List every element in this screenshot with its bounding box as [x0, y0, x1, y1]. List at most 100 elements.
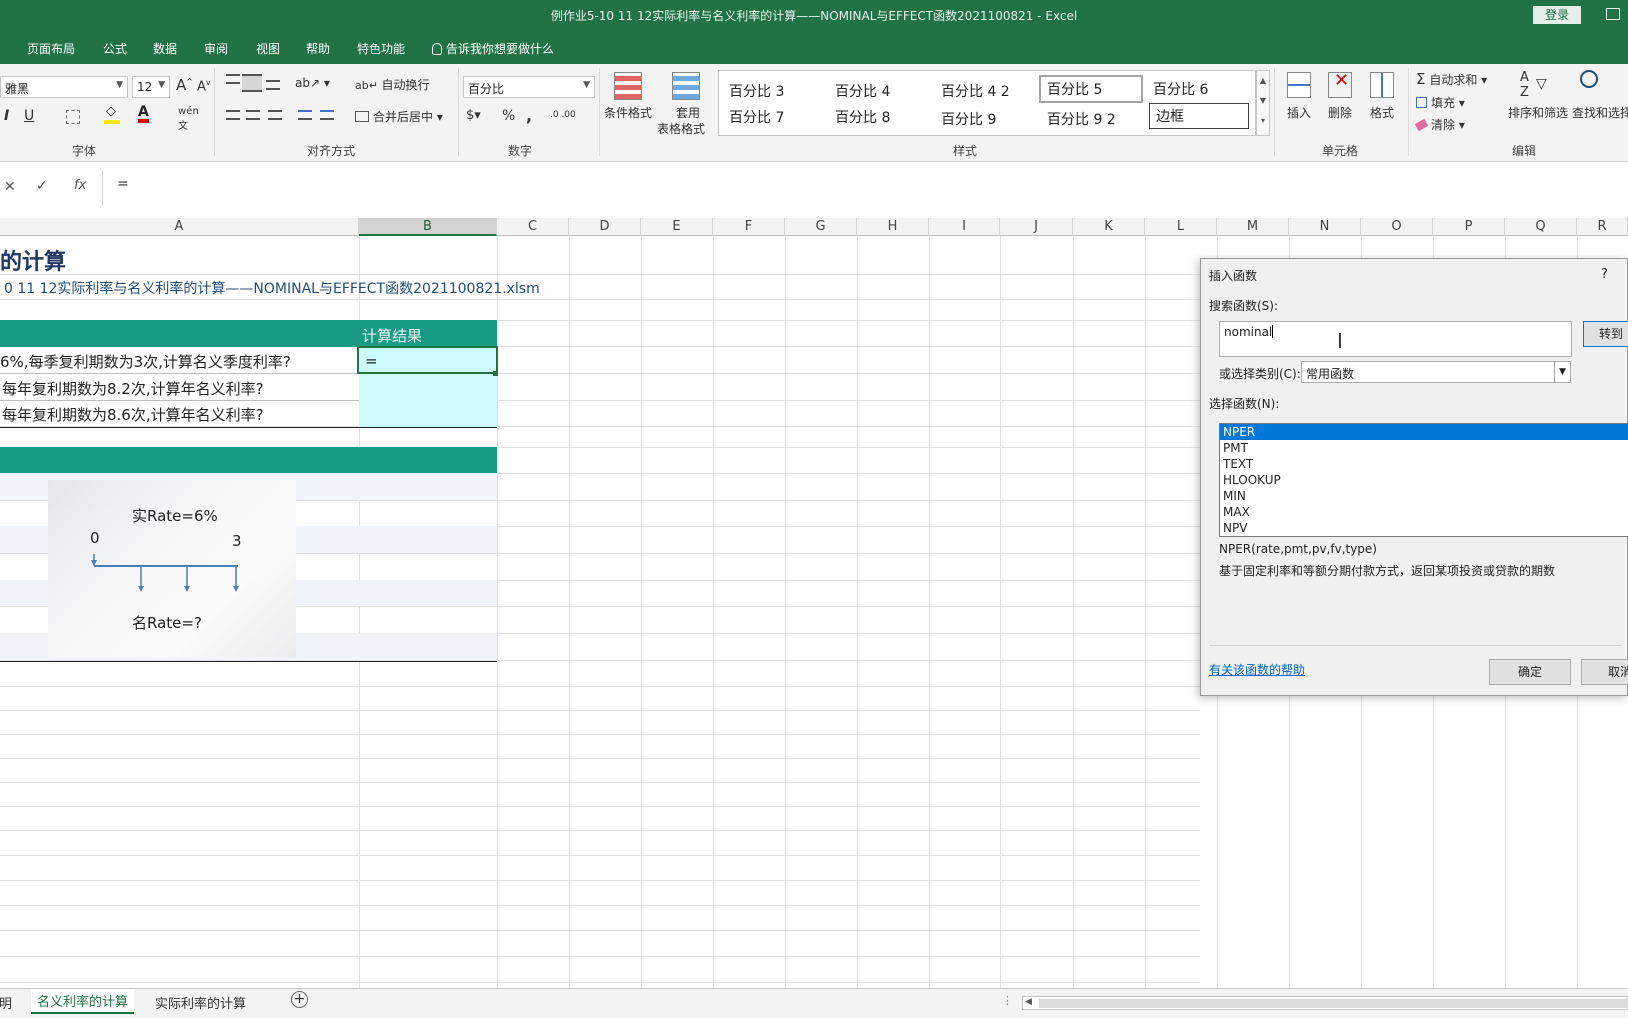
style-percent-4[interactable]: 百分比 4	[829, 79, 896, 103]
col-header-c[interactable]: C	[497, 218, 569, 236]
tab-help[interactable]: 帮助	[306, 40, 330, 57]
function-item-text[interactable]: TEXT	[1220, 456, 1628, 472]
merge-center-button[interactable]: 合并后居中 ▾	[355, 108, 443, 125]
italic-button[interactable]: I	[4, 108, 9, 124]
align-right-icon[interactable]	[268, 110, 282, 120]
col-header-a[interactable]: A	[0, 218, 359, 236]
sheet-tab-effective-rate[interactable]: 实际利率的计算	[155, 993, 246, 1012]
table-format-line1[interactable]: 套用	[676, 104, 700, 121]
col-header-i[interactable]: I	[929, 218, 1000, 236]
col-header-o[interactable]: O	[1361, 218, 1433, 236]
col-header-r[interactable]: R	[1577, 218, 1628, 236]
autosum-button[interactable]: Σ 自动求和 ▾	[1416, 70, 1487, 88]
phonetic-icon[interactable]: wén 文	[178, 106, 199, 132]
col-header-j[interactable]: J	[1000, 218, 1073, 236]
col-header-q[interactable]: Q	[1505, 218, 1577, 236]
style-percent-4-2[interactable]: 百分比 4 2	[935, 79, 1016, 103]
align-bottom-icon[interactable]	[266, 80, 280, 90]
find-select-button[interactable]: 查找和选择	[1572, 104, 1628, 121]
font-name-combo[interactable]: 雅黑 ▼	[0, 76, 128, 98]
cancel-icon[interactable]: ✕	[4, 179, 16, 195]
orientation-icon[interactable]: ab↗ ▾	[295, 76, 330, 90]
col-header-n[interactable]: N	[1289, 218, 1361, 236]
shrink-font-icon[interactable]: Av	[197, 78, 211, 94]
underline-button[interactable]: U	[24, 108, 34, 124]
go-button[interactable]: 转到	[1583, 321, 1628, 347]
style-percent-8[interactable]: 百分比 8	[829, 105, 896, 129]
clear-button[interactable]: 清除 ▾	[1414, 116, 1465, 133]
percent-icon[interactable]: %	[502, 108, 515, 124]
tab-data[interactable]: 数据	[153, 40, 177, 57]
number-format-combo[interactable]: 百分比 ▼	[463, 76, 595, 98]
font-color-icon[interactable]: A	[138, 105, 149, 123]
style-percent-3[interactable]: 百分比 3	[723, 79, 790, 103]
category-select[interactable]: 常用函数 ▼	[1301, 361, 1571, 383]
function-item-nper[interactable]: NPER	[1220, 424, 1628, 440]
col-header-e[interactable]: E	[641, 218, 713, 236]
restore-icon[interactable]	[1606, 8, 1620, 20]
tab-formulas[interactable]: 公式	[103, 40, 127, 57]
function-search-input[interactable]: nominal	[1219, 321, 1572, 357]
help-icon[interactable]: ?	[1601, 267, 1608, 282]
ok-button[interactable]: 确定	[1489, 659, 1571, 685]
sheet-tab-instructions[interactable]: 说明	[0, 993, 12, 1012]
formula-input[interactable]: =	[102, 170, 1628, 206]
border-icon[interactable]	[66, 110, 80, 124]
col-header-m[interactable]: M	[1217, 218, 1289, 236]
function-item-pmt[interactable]: PMT	[1220, 440, 1628, 456]
function-item-npv[interactable]: NPV	[1220, 520, 1628, 536]
fill-color-icon[interactable]	[104, 120, 120, 124]
increase-decimal-icon[interactable]: .0 .00	[550, 110, 576, 120]
wrap-text-button[interactable]: ab↵ 自动换行	[355, 76, 429, 93]
sort-filter-button[interactable]: 排序和筛选	[1508, 104, 1568, 121]
active-cell-b4[interactable]: =	[357, 346, 498, 374]
tab-review[interactable]: 审阅	[204, 40, 228, 57]
fill-button[interactable]: 填充 ▾	[1416, 94, 1465, 111]
style-percent-5[interactable]: 百分比 5	[1039, 75, 1143, 103]
function-item-min[interactable]: MIN	[1220, 488, 1628, 504]
tell-me-box[interactable]: 告诉我你想要做什么	[432, 40, 554, 57]
function-help-link[interactable]: 有关该函数的帮助	[1209, 661, 1305, 678]
sheet-tab-nominal-rate[interactable]: 名义利率的计算	[31, 989, 135, 1014]
style-percent-6[interactable]: 百分比 6	[1147, 77, 1214, 101]
format-button[interactable]: 格式	[1370, 104, 1394, 121]
result-cells-b5-b6[interactable]	[359, 373, 497, 427]
insert-button[interactable]: 插入	[1287, 104, 1311, 121]
add-sheet-icon[interactable]: +	[291, 991, 308, 1008]
fill-handle[interactable]	[493, 371, 498, 376]
enter-icon[interactable]: ✓	[36, 178, 48, 194]
currency-icon[interactable]: $▾	[466, 108, 481, 123]
function-item-max[interactable]: MAX	[1220, 504, 1628, 520]
style-percent-9[interactable]: 百分比 9	[935, 107, 1002, 131]
cancel-button[interactable]: 取消	[1581, 659, 1628, 685]
align-top-icon[interactable]	[226, 74, 240, 84]
scrollbar-thumb[interactable]	[1039, 999, 1628, 1008]
style-percent-7[interactable]: 百分比 7	[723, 105, 790, 129]
col-header-g[interactable]: G	[785, 218, 857, 236]
col-header-p[interactable]: P	[1433, 218, 1505, 236]
scroll-left-icon[interactable]: ◀	[1025, 997, 1032, 1007]
gallery-scroll[interactable]: ▲ ▼ ▾	[1256, 70, 1270, 136]
align-left-icon[interactable]	[226, 110, 240, 120]
col-header-b[interactable]: B	[359, 218, 497, 236]
decrease-indent-icon[interactable]	[298, 110, 312, 120]
align-middle-icon[interactable]	[242, 74, 262, 92]
font-size-combo[interactable]: 12 ▼	[132, 76, 170, 98]
style-border[interactable]: 边框	[1149, 103, 1249, 129]
insert-function-icon[interactable]: fx	[74, 178, 86, 193]
login-button[interactable]: 登录	[1533, 6, 1581, 24]
function-list[interactable]: NPER PMT TEXT HLOOKUP MIN MAX NPV	[1219, 423, 1628, 537]
function-item-hlookup[interactable]: HLOOKUP	[1220, 472, 1628, 488]
grow-font-icon[interactable]: A^	[176, 76, 193, 94]
horizontal-scrollbar[interactable]: ◀	[1022, 996, 1628, 1010]
col-header-h[interactable]: H	[857, 218, 929, 236]
col-header-l[interactable]: L	[1145, 218, 1217, 236]
tab-view[interactable]: 视图	[256, 40, 280, 57]
delete-button[interactable]: 删除	[1328, 104, 1352, 121]
col-header-f[interactable]: F	[713, 218, 785, 236]
col-header-d[interactable]: D	[569, 218, 641, 236]
col-header-k[interactable]: K	[1073, 218, 1145, 236]
align-center-icon[interactable]	[246, 110, 260, 120]
style-percent-9-2[interactable]: 百分比 9 2	[1041, 107, 1122, 131]
table-format-line2[interactable]: 表格格式	[657, 120, 705, 137]
